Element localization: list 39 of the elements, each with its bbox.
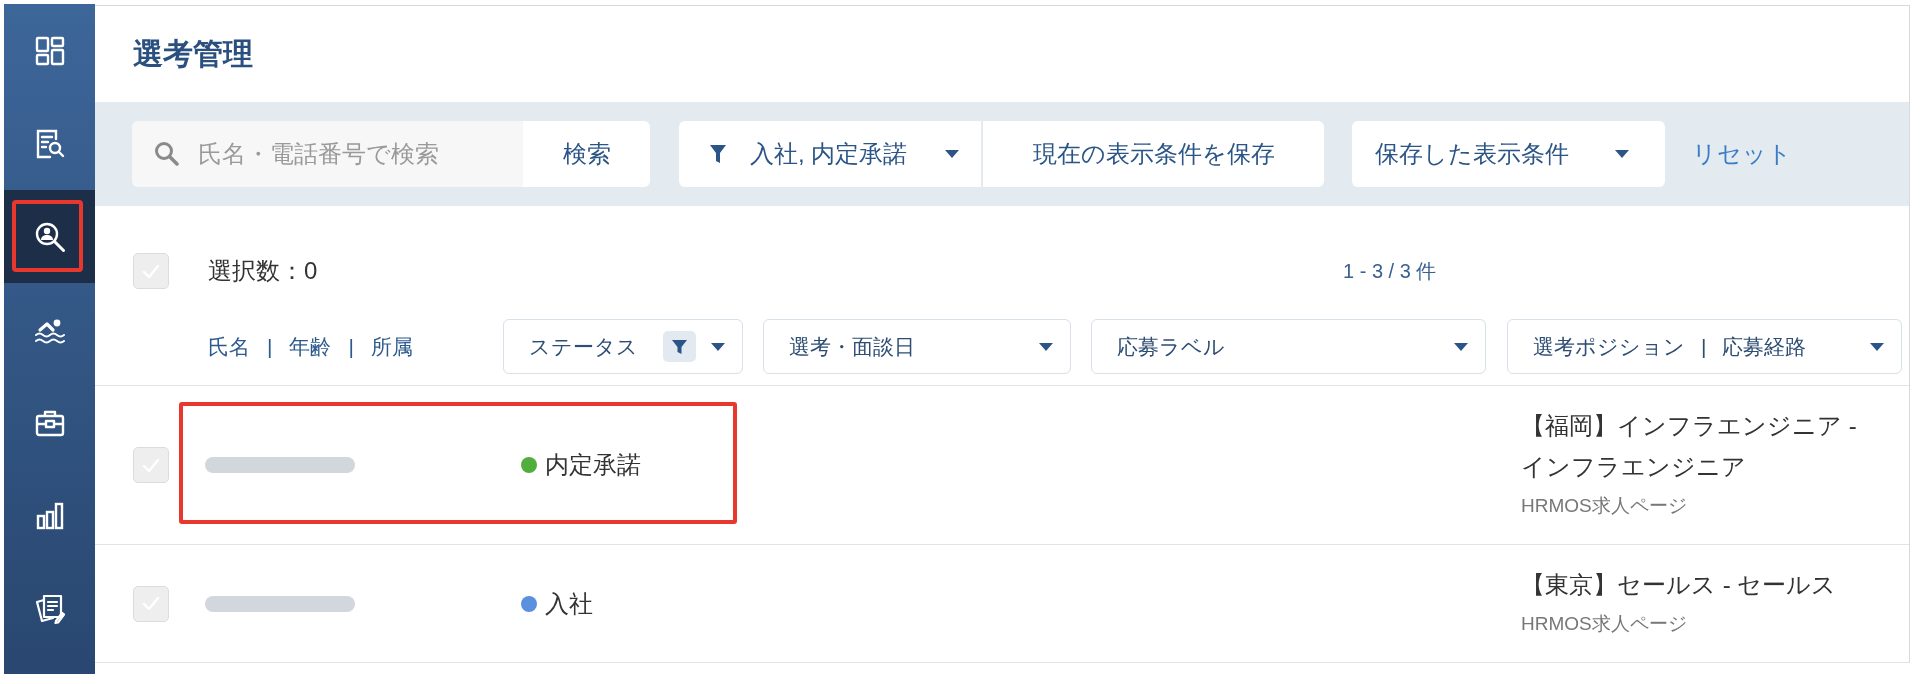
sort-link[interactable]: 氏名 <box>208 330 250 363</box>
funnel-icon <box>710 145 726 163</box>
documents-pen-icon <box>33 592 66 625</box>
sort-link[interactable]: 所属 <box>370 330 413 363</box>
page-title: 選考管理 <box>133 39 253 69</box>
status-label: 内定承諾 <box>545 450 641 480</box>
save-conditions-button[interactable]: 現在の表示条件を保存 <box>983 121 1324 187</box>
separator-text: | <box>267 333 273 360</box>
caret-icon <box>1615 150 1629 158</box>
sidebar-item[interactable] <box>4 190 95 283</box>
select-all-checkbox[interactable] <box>133 253 169 289</box>
search-icon <box>154 141 179 166</box>
search-field[interactable]: 氏名・電話番号で検索 <box>132 121 523 187</box>
position-title: 【東京】セールス - セールス <box>1521 570 1837 600</box>
search-button[interactable]: 検索 <box>523 121 650 187</box>
caret-icon <box>1870 342 1884 351</box>
application-source: HRMOS求人ページ <box>1521 494 1687 518</box>
grid-icon <box>33 34 66 67</box>
reset-link[interactable]: リセット <box>1692 136 1792 172</box>
application-source: HRMOS求人ページ <box>1521 612 1687 636</box>
row-checkbox[interactable] <box>133 447 169 483</box>
column-filter-dropdown[interactable]: 選考ポジション | 応募経路 <box>1507 319 1902 374</box>
caret-icon <box>711 342 725 351</box>
caret-icon <box>1454 342 1468 351</box>
person-search-icon <box>33 220 66 253</box>
status-label: 入社 <box>545 588 593 619</box>
result-count: 1 - 3 / 3 件 <box>1343 260 1437 282</box>
selection-count: 選択数：0 <box>208 256 318 286</box>
row-checkbox[interactable] <box>133 585 169 622</box>
saved-conditions-dropdown[interactable]: 保存した表示条件 <box>1352 121 1665 187</box>
column-filter-dropdown[interactable]: 応募ラベル <box>1091 319 1486 374</box>
position-title: 【福岡】インフラエンジニア - インフラエンジニア <box>1521 411 1858 482</box>
filter-dropdown[interactable]: 入社, 内定承諾 <box>679 121 981 187</box>
sort-link[interactable]: 年齢 <box>289 330 332 363</box>
column-filter-dropdown[interactable]: ステータス <box>503 319 743 374</box>
separator-text: | <box>348 333 354 360</box>
caret-icon <box>1039 342 1053 351</box>
column-filter-dropdown[interactable]: 選考・面談日 <box>763 319 1071 374</box>
caret-icon <box>945 150 959 158</box>
